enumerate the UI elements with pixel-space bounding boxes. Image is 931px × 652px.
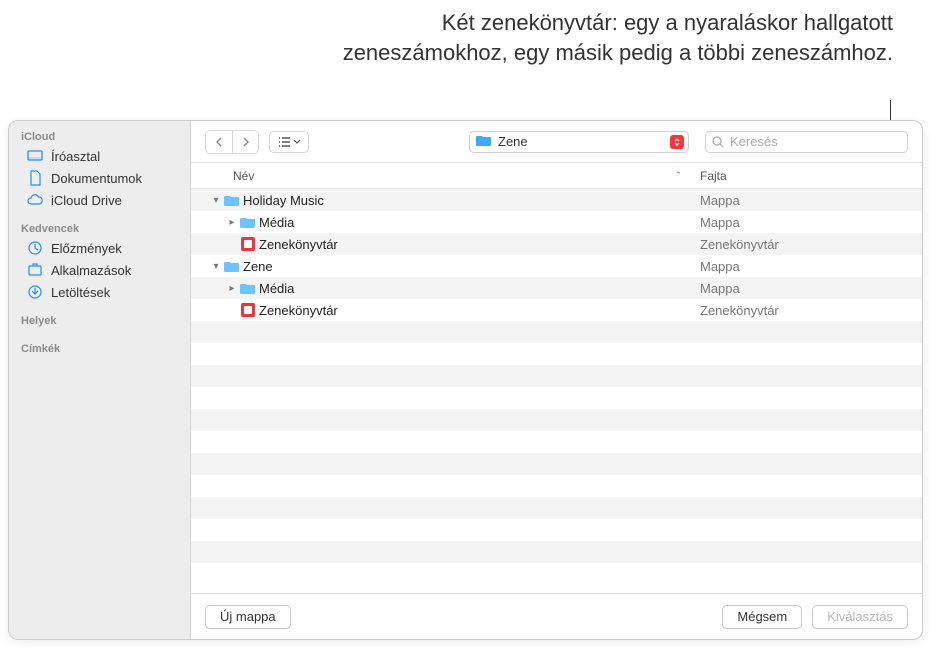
search-input[interactable]: Keresés: [705, 131, 908, 153]
folder-icon: [239, 282, 257, 294]
folder-icon: [476, 134, 492, 149]
library-file-icon: [239, 303, 257, 317]
popup-chevrons-icon: [670, 135, 684, 149]
sidebar-item-icloud-drive[interactable]: iCloud Drive: [9, 189, 190, 211]
sidebar-item-recents[interactable]: Előzmények: [9, 237, 190, 259]
file-name: Zene: [241, 259, 692, 274]
sidebar-item-documents[interactable]: Dokumentumok: [9, 167, 190, 189]
desktop-icon: [27, 148, 43, 164]
sidebar-item-desktop[interactable]: Íróasztal: [9, 145, 190, 167]
sidebar-item-applications[interactable]: Alkalmazások: [9, 259, 190, 281]
choose-button[interactable]: Kiválasztás: [812, 605, 908, 629]
search-placeholder: Keresés: [730, 134, 778, 149]
sidebar-item-label: Előzmények: [51, 241, 122, 256]
download-icon: [27, 284, 43, 300]
dialog-footer: Új mappa Mégsem Kiválasztás: [191, 593, 922, 639]
sidebar-item-label: Letöltések: [51, 285, 110, 300]
file-list: ▾Holiday MusicMappa▸MédiaMappaZenekönyvt…: [191, 189, 922, 593]
sidebar: iCloud Íróasztal Dokumentumok iCloud Dri…: [9, 121, 191, 639]
file-name: Média: [257, 281, 692, 296]
file-kind: Mappa: [692, 259, 922, 274]
disclosure-triangle-icon[interactable]: ▾: [209, 261, 223, 272]
main-area: Zene Keresés Név ⌃ Fajta: [191, 121, 922, 639]
library-file-icon: [239, 237, 257, 251]
table-row[interactable]: ▸ MédiaMappa: [191, 211, 922, 233]
sidebar-section-icloud: iCloud: [9, 127, 190, 145]
sidebar-section-favorites: Kedvencek: [9, 219, 190, 237]
forward-button[interactable]: [232, 131, 258, 153]
file-name: Zenekönyvtár: [257, 303, 692, 318]
sidebar-item-label: Íróasztal: [51, 149, 100, 164]
sidebar-item-label: iCloud Drive: [51, 193, 122, 208]
sidebar-item-downloads[interactable]: Letöltések: [9, 281, 190, 303]
path-popup[interactable]: Zene: [469, 131, 689, 153]
file-kind: Mappa: [692, 215, 922, 230]
list-icon: [277, 136, 291, 148]
table-row[interactable]: ▸ MédiaMappa: [191, 277, 922, 299]
back-button[interactable]: [206, 131, 232, 153]
sidebar-item-label: Dokumentumok: [51, 171, 142, 186]
file-kind: Zenekönyvtár: [692, 303, 922, 318]
disclosure-triangle-icon[interactable]: ▸: [225, 283, 239, 294]
finder-dialog: iCloud Íróasztal Dokumentumok iCloud Dri…: [8, 120, 923, 640]
sidebar-item-label: Alkalmazások: [51, 263, 131, 278]
new-folder-button[interactable]: Új mappa: [205, 605, 291, 629]
sidebar-section-locations: Helyek: [9, 311, 190, 329]
column-kind[interactable]: Fajta: [692, 169, 922, 183]
cloud-icon: [27, 192, 43, 208]
table-row[interactable]: ZenekönyvtárZenekönyvtár: [191, 299, 922, 321]
sort-caret-icon: ⌃: [674, 170, 682, 181]
folder-icon: [223, 260, 241, 272]
file-name: Zenekönyvtár: [257, 237, 692, 252]
column-name[interactable]: Név ⌃: [191, 169, 692, 183]
sidebar-section-tags: Címkék: [9, 339, 190, 357]
disclosure-triangle-icon[interactable]: ▾: [209, 195, 223, 206]
file-kind: Mappa: [692, 193, 922, 208]
folder-icon: [223, 194, 241, 206]
file-kind: Mappa: [692, 281, 922, 296]
table-row[interactable]: ▾ ZeneMappa: [191, 255, 922, 277]
folder-icon: [239, 216, 257, 228]
annotation-caption: Két zenekönyvtár: egy a nyaraláskor hall…: [333, 8, 893, 67]
column-name-label: Név: [233, 169, 254, 183]
path-label: Zene: [498, 134, 528, 149]
column-kind-label: Fajta: [700, 169, 727, 183]
nav-group: [205, 130, 259, 154]
clock-icon: [27, 240, 43, 256]
column-headers: Név ⌃ Fajta: [191, 163, 922, 189]
table-row[interactable]: ▾ Holiday MusicMappa: [191, 189, 922, 211]
file-kind: Zenekönyvtár: [692, 237, 922, 252]
doc-icon: [27, 170, 43, 186]
file-name: Média: [257, 215, 692, 230]
view-mode-button[interactable]: [269, 131, 309, 153]
disclosure-triangle-icon[interactable]: ▸: [225, 217, 239, 228]
apps-icon: [27, 262, 43, 278]
cancel-button[interactable]: Mégsem: [722, 605, 802, 629]
search-icon: [712, 136, 724, 148]
toolbar: Zene Keresés: [191, 121, 922, 163]
chevron-down-icon: [293, 139, 301, 145]
file-name: Holiday Music: [241, 193, 692, 208]
table-row[interactable]: ZenekönyvtárZenekönyvtár: [191, 233, 922, 255]
